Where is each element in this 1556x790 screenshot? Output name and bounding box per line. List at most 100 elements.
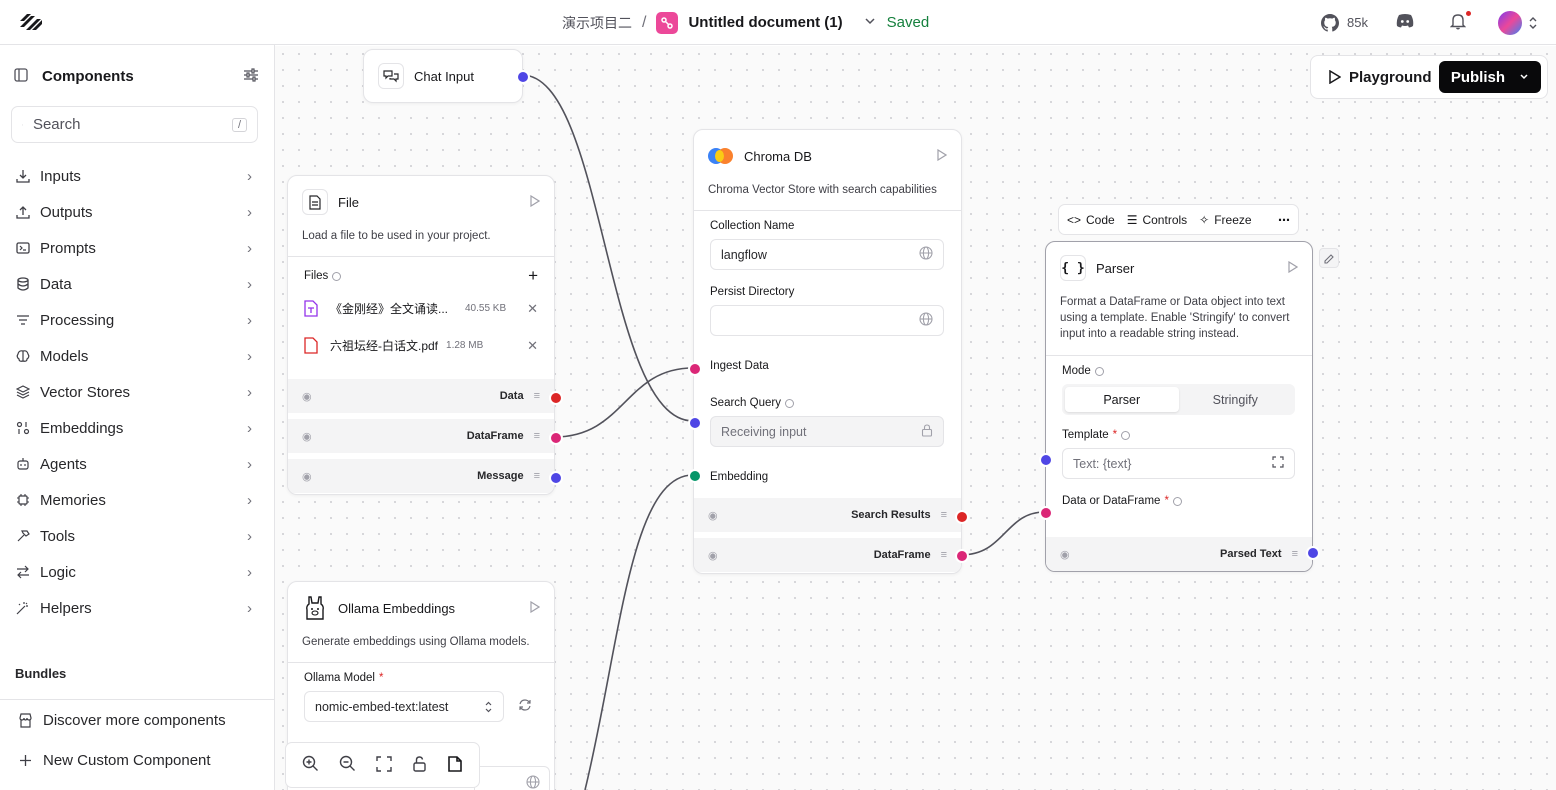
- edge-file-to-ingest[interactable]: [553, 367, 694, 438]
- sidebar-item-models[interactable]: Models ›: [0, 338, 274, 374]
- fit-view-icon[interactable]: [376, 755, 392, 775]
- ollama-model-select[interactable]: nomic-embed-text:latest: [304, 691, 504, 722]
- file-node[interactable]: File Load a file to be used in your proj…: [287, 175, 555, 495]
- eye-icon[interactable]: ◉: [708, 509, 718, 522]
- discover-components-link[interactable]: Discover more components: [0, 700, 274, 740]
- chroma-search-results-handle[interactable]: [955, 510, 969, 524]
- document-title[interactable]: Untitled document (1): [688, 14, 842, 31]
- playground-button[interactable]: Playground: [1329, 69, 1439, 86]
- file-dataframe-handle[interactable]: [549, 431, 563, 445]
- sidebar-item-prompts[interactable]: Prompts ›: [0, 230, 274, 266]
- run-node-play-icon[interactable]: [530, 194, 541, 210]
- bot-icon: [17, 458, 29, 470]
- edge-ollama-to-embedding[interactable]: [584, 474, 694, 790]
- sidebar-item-processing[interactable]: Processing ›: [0, 302, 274, 338]
- output-row-data[interactable]: ◉ Data ≡: [288, 379, 554, 413]
- chat-input-output-handle[interactable]: [516, 70, 530, 84]
- mode-option-stringify[interactable]: Stringify: [1179, 387, 1293, 412]
- run-node-play-icon[interactable]: [1288, 260, 1299, 276]
- publish-button[interactable]: Publish: [1438, 61, 1541, 93]
- chroma-embedding-handle[interactable]: [688, 469, 702, 483]
- output-row-parsed-text[interactable]: ◉ Parsed Text ≡: [1046, 537, 1312, 571]
- output-options-icon[interactable]: ≡: [1292, 548, 1298, 560]
- chat-input-node[interactable]: Chat Input: [363, 49, 523, 103]
- notifications-button[interactable]: [1449, 10, 1471, 33]
- run-node-play-icon[interactable]: [937, 148, 948, 164]
- component-search[interactable]: /: [11, 106, 258, 143]
- search-input[interactable]: [32, 116, 232, 133]
- chroma-ingest-handle[interactable]: [688, 362, 702, 376]
- output-row-dataframe[interactable]: ◉ DataFrame ≡: [694, 538, 961, 572]
- chevron-down-icon[interactable]: [863, 14, 877, 31]
- settings-sliders-icon[interactable]: [243, 67, 259, 85]
- parser-template-handle[interactable]: [1039, 453, 1053, 467]
- zoom-out-icon[interactable]: [339, 755, 356, 775]
- output-options-icon[interactable]: ≡: [534, 430, 540, 442]
- zoom-in-icon[interactable]: [302, 755, 319, 775]
- output-row-search-results[interactable]: ◉ Search Results ≡: [694, 498, 961, 532]
- eye-icon[interactable]: ◉: [302, 430, 312, 443]
- add-file-plus-icon[interactable]: +: [528, 266, 538, 286]
- sidebar-item-tools[interactable]: Tools ›: [0, 518, 274, 554]
- sidebar-item-inputs[interactable]: Inputs ›: [0, 158, 274, 194]
- persist-directory-input[interactable]: [710, 305, 944, 336]
- langflow-logo-icon[interactable]: [18, 12, 44, 35]
- chroma-db-node[interactable]: Chroma DB Chroma Vector Store with searc…: [693, 129, 962, 574]
- template-input[interactable]: Text: {text}: [1062, 448, 1295, 479]
- unlock-icon[interactable]: [412, 755, 427, 775]
- base-url-input[interactable]: [474, 766, 550, 790]
- discord-icon[interactable]: [1396, 14, 1414, 31]
- collection-name-input[interactable]: langflow: [710, 239, 944, 270]
- expand-icon[interactable]: [1272, 456, 1284, 471]
- code-button[interactable]: <> Code: [1067, 213, 1115, 227]
- new-custom-component-button[interactable]: New Custom Component: [0, 740, 274, 780]
- eye-icon[interactable]: ◉: [708, 549, 718, 562]
- chroma-dataframe-handle[interactable]: [955, 549, 969, 563]
- sidebar-item-helpers[interactable]: Helpers ›: [0, 590, 274, 626]
- hammer-icon: [17, 530, 30, 542]
- sticky-note-icon[interactable]: [447, 755, 463, 775]
- globe-icon[interactable]: [919, 246, 933, 263]
- globe-icon[interactable]: [919, 312, 933, 329]
- output-row-dataframe[interactable]: ◉ DataFrame ≡: [288, 419, 554, 453]
- edge-dataframe-to-parser[interactable]: [960, 511, 1046, 556]
- file-data-handle[interactable]: [549, 391, 563, 405]
- output-options-icon[interactable]: ≡: [941, 549, 947, 561]
- output-options-icon[interactable]: ≡: [534, 390, 540, 402]
- remove-file-icon[interactable]: ✕: [527, 301, 538, 317]
- remove-file-icon[interactable]: ✕: [527, 338, 538, 354]
- sidebar-item-data[interactable]: Data ›: [0, 266, 274, 302]
- output-options-icon[interactable]: ≡: [941, 509, 947, 521]
- project-name[interactable]: 演示项目二: [562, 13, 632, 33]
- flow-canvas[interactable]: Chat Input File Load a file to be used i…: [275, 46, 1556, 790]
- run-node-play-icon[interactable]: [530, 600, 541, 616]
- sidebar-item-agents[interactable]: Agents ›: [0, 446, 274, 482]
- sidebar-item-outputs[interactable]: Outputs ›: [0, 194, 274, 230]
- controls-button[interactable]: ☰ Controls: [1127, 213, 1187, 227]
- more-options-icon[interactable]: ⋯: [1278, 213, 1290, 227]
- edit-pencil-icon[interactable]: [1319, 248, 1339, 268]
- parser-data-handle[interactable]: [1039, 506, 1053, 520]
- mode-option-parser[interactable]: Parser: [1065, 387, 1179, 412]
- sidebar-toggle-icon[interactable]: [14, 67, 28, 85]
- eye-icon[interactable]: ◉: [1060, 548, 1070, 561]
- freeze-button[interactable]: ✧ Freeze: [1199, 213, 1251, 227]
- output-options-icon[interactable]: ≡: [534, 470, 540, 482]
- parser-node[interactable]: { } Parser Format a DataFrame or Data ob…: [1045, 241, 1313, 572]
- sidebar-item-vector-stores[interactable]: Vector Stores ›: [0, 374, 274, 410]
- sidebar-item-embeddings[interactable]: Embeddings ›: [0, 410, 274, 446]
- github-button[interactable]: 85k: [1321, 13, 1368, 32]
- sidebar-item-memories[interactable]: Memories ›: [0, 482, 274, 518]
- eye-icon[interactable]: ◉: [302, 470, 312, 483]
- sidebar-item-logic[interactable]: Logic ›: [0, 554, 274, 590]
- output-row-message[interactable]: ◉ Message ≡: [288, 459, 554, 493]
- parser-output-handle[interactable]: [1306, 546, 1320, 560]
- file-message-handle[interactable]: [549, 471, 563, 485]
- file-list-item[interactable]: 《金刚经》全文诵读... 40.55 KB ✕: [304, 290, 538, 327]
- eye-icon[interactable]: ◉: [302, 390, 312, 403]
- user-menu[interactable]: [1498, 10, 1538, 35]
- chroma-search-handle[interactable]: [688, 416, 702, 430]
- file-size: 40.55 KB: [465, 303, 507, 314]
- file-list-item[interactable]: 六祖坛经-白话文.pdf 1.28 MB ✕: [304, 327, 538, 364]
- refresh-icon[interactable]: [518, 698, 532, 715]
